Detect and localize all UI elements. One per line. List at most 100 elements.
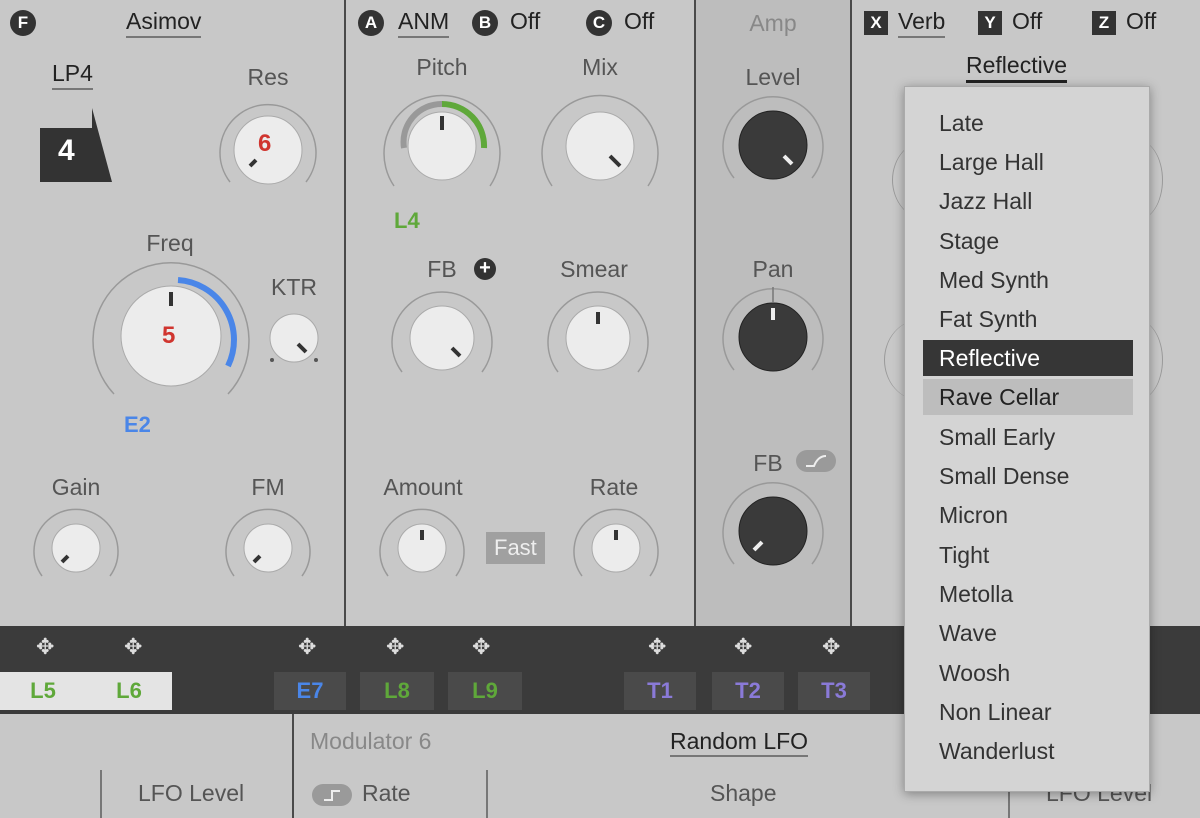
smear-label: Smear [560, 256, 628, 282]
move-handle-icon[interactable]: ✥ [472, 634, 490, 660]
ktr-label: KTR [271, 274, 317, 300]
menu-item[interactable]: Stage [923, 223, 1133, 259]
pitch-mod-tag[interactable]: L4 [394, 208, 420, 234]
modifier-a-selector[interactable]: ANM [398, 8, 450, 38]
move-handle-icon[interactable]: ✥ [298, 634, 316, 660]
modifier-b-selector[interactable]: Off [510, 8, 540, 35]
menu-item[interactable]: Micron [923, 497, 1133, 533]
mod-tag-e7[interactable]: E7 [274, 672, 346, 710]
filter-name-selector[interactable]: Asimov [126, 8, 202, 38]
res-knob[interactable]: 6 [210, 92, 326, 208]
fx-z-badge: Z [1092, 11, 1116, 35]
fb-knob[interactable] [386, 282, 498, 394]
level-label: Level [745, 64, 801, 90]
mix-knob[interactable] [532, 78, 668, 214]
move-handle-icon[interactable]: ✥ [36, 634, 54, 660]
divider [292, 714, 294, 818]
move-handle-icon[interactable]: ✥ [734, 634, 752, 660]
res-label: Res [247, 64, 289, 90]
menu-item[interactable]: Large Hall [923, 144, 1133, 180]
fx-y-selector[interactable]: Off [1012, 8, 1042, 35]
mod-tag-l8[interactable]: L8 [360, 672, 434, 710]
fx-preset-selector[interactable]: Reflective [966, 52, 1067, 83]
menu-item[interactable]: Fat Synth [923, 301, 1133, 337]
move-handle-icon[interactable]: ✥ [124, 634, 142, 660]
menu-item[interactable]: Late [923, 105, 1133, 141]
modifier-panel: A ANM B Off C Off Pitch L4 Mix FB + Smea… [346, 0, 694, 626]
divider [100, 770, 102, 818]
mix-label: Mix [582, 54, 618, 80]
ktr-knob[interactable] [264, 308, 324, 368]
menu-item[interactable]: Tight [923, 537, 1133, 573]
fx-x-badge: X [864, 11, 888, 35]
menu-item[interactable]: Non Linear [923, 694, 1133, 730]
modifier-b-badge: B [472, 10, 498, 36]
pan-knob[interactable] [718, 282, 828, 392]
amp-fb-label: FB [753, 450, 783, 476]
lfo-level-label-left: LFO Level [138, 780, 245, 806]
mod-tag-t2[interactable]: T2 [712, 672, 784, 710]
fx-x-selector[interactable]: Verb [898, 8, 946, 38]
freq-knob[interactable]: 5 [88, 256, 254, 422]
menu-item[interactable]: Jazz Hall [923, 183, 1133, 219]
filter-type-selector[interactable]: LP4 [52, 60, 93, 90]
menu-item[interactable]: Med Synth [923, 262, 1133, 298]
modulator-type-selector[interactable]: Random LFO [670, 728, 809, 757]
fm-knob[interactable] [220, 500, 316, 596]
rate-label: Rate [589, 474, 639, 500]
menu-item[interactable]: Wave [923, 615, 1133, 651]
rate-sync-icon[interactable] [312, 784, 352, 806]
preset-dropdown-menu: Late Large Hall Jazz Hall Stage Med Synt… [904, 86, 1150, 792]
freq-value: 5 [162, 322, 176, 349]
mod-tag-t3[interactable]: T3 [798, 672, 870, 710]
fast-toggle[interactable]: Fast [486, 532, 545, 564]
menu-item[interactable]: Metolla [923, 576, 1133, 612]
shape-label: Shape [710, 780, 777, 806]
amp-title: Amp [749, 10, 797, 36]
rate-label-bottom: Rate [362, 780, 411, 806]
move-handle-icon[interactable]: ✥ [822, 634, 840, 660]
modifier-a-badge: A [358, 10, 384, 36]
move-handle-icon[interactable]: ✥ [648, 634, 666, 660]
fb-curve-icon[interactable] [796, 450, 836, 472]
modifier-c-selector[interactable]: Off [624, 8, 654, 35]
mod-tag-l9[interactable]: L9 [448, 672, 522, 710]
menu-item[interactable]: Wanderlust [923, 733, 1133, 769]
mod-tag-l6[interactable]: L6 [86, 672, 172, 710]
filter-type-number: 4 [58, 134, 75, 167]
filter-type-badge[interactable]: 4 [40, 108, 112, 182]
amount-label: Amount [383, 474, 463, 500]
pitch-knob[interactable] [374, 78, 510, 214]
rate-knob[interactable] [568, 500, 664, 596]
menu-item-hovered[interactable]: Rave Cellar [923, 379, 1133, 415]
filter-slot-badge: F [10, 10, 36, 36]
gain-knob[interactable] [28, 500, 124, 596]
filter-panel: F Asimov LP4 4 Res 6 Freq 5 E2 KTR Gain [0, 0, 344, 626]
fx-z-selector[interactable]: Off [1126, 8, 1156, 35]
amount-knob[interactable] [374, 500, 470, 596]
amp-fb-knob[interactable] [718, 476, 828, 586]
freq-mod-tag[interactable]: E2 [124, 412, 151, 438]
modifier-c-badge: C [586, 10, 612, 36]
gain-label: Gain [51, 474, 101, 500]
move-handle-icon[interactable]: ✥ [386, 634, 404, 660]
menu-item[interactable]: Woosh [923, 655, 1133, 691]
menu-item-selected[interactable]: Reflective [923, 340, 1133, 376]
smear-knob[interactable] [542, 282, 654, 394]
pan-label: Pan [752, 256, 794, 282]
fm-label: FM [251, 474, 285, 500]
res-value: 6 [258, 130, 272, 157]
pitch-label: Pitch [416, 54, 468, 80]
fb-add-mod-icon[interactable]: + [474, 258, 496, 280]
amp-panel: Amp Level Pan FB [696, 0, 850, 626]
modulator-title: Modulator 6 [310, 728, 432, 754]
fb-label: FB [427, 256, 457, 282]
menu-item[interactable]: Small Dense [923, 458, 1133, 494]
menu-item[interactable]: Small Early [923, 419, 1133, 455]
mod-tag-t1[interactable]: T1 [624, 672, 696, 710]
freq-label: Freq [146, 230, 194, 256]
divider [486, 770, 488, 818]
fx-y-badge: Y [978, 11, 1002, 35]
level-knob[interactable] [718, 90, 828, 200]
mod-tag-l5[interactable]: L5 [0, 672, 86, 710]
